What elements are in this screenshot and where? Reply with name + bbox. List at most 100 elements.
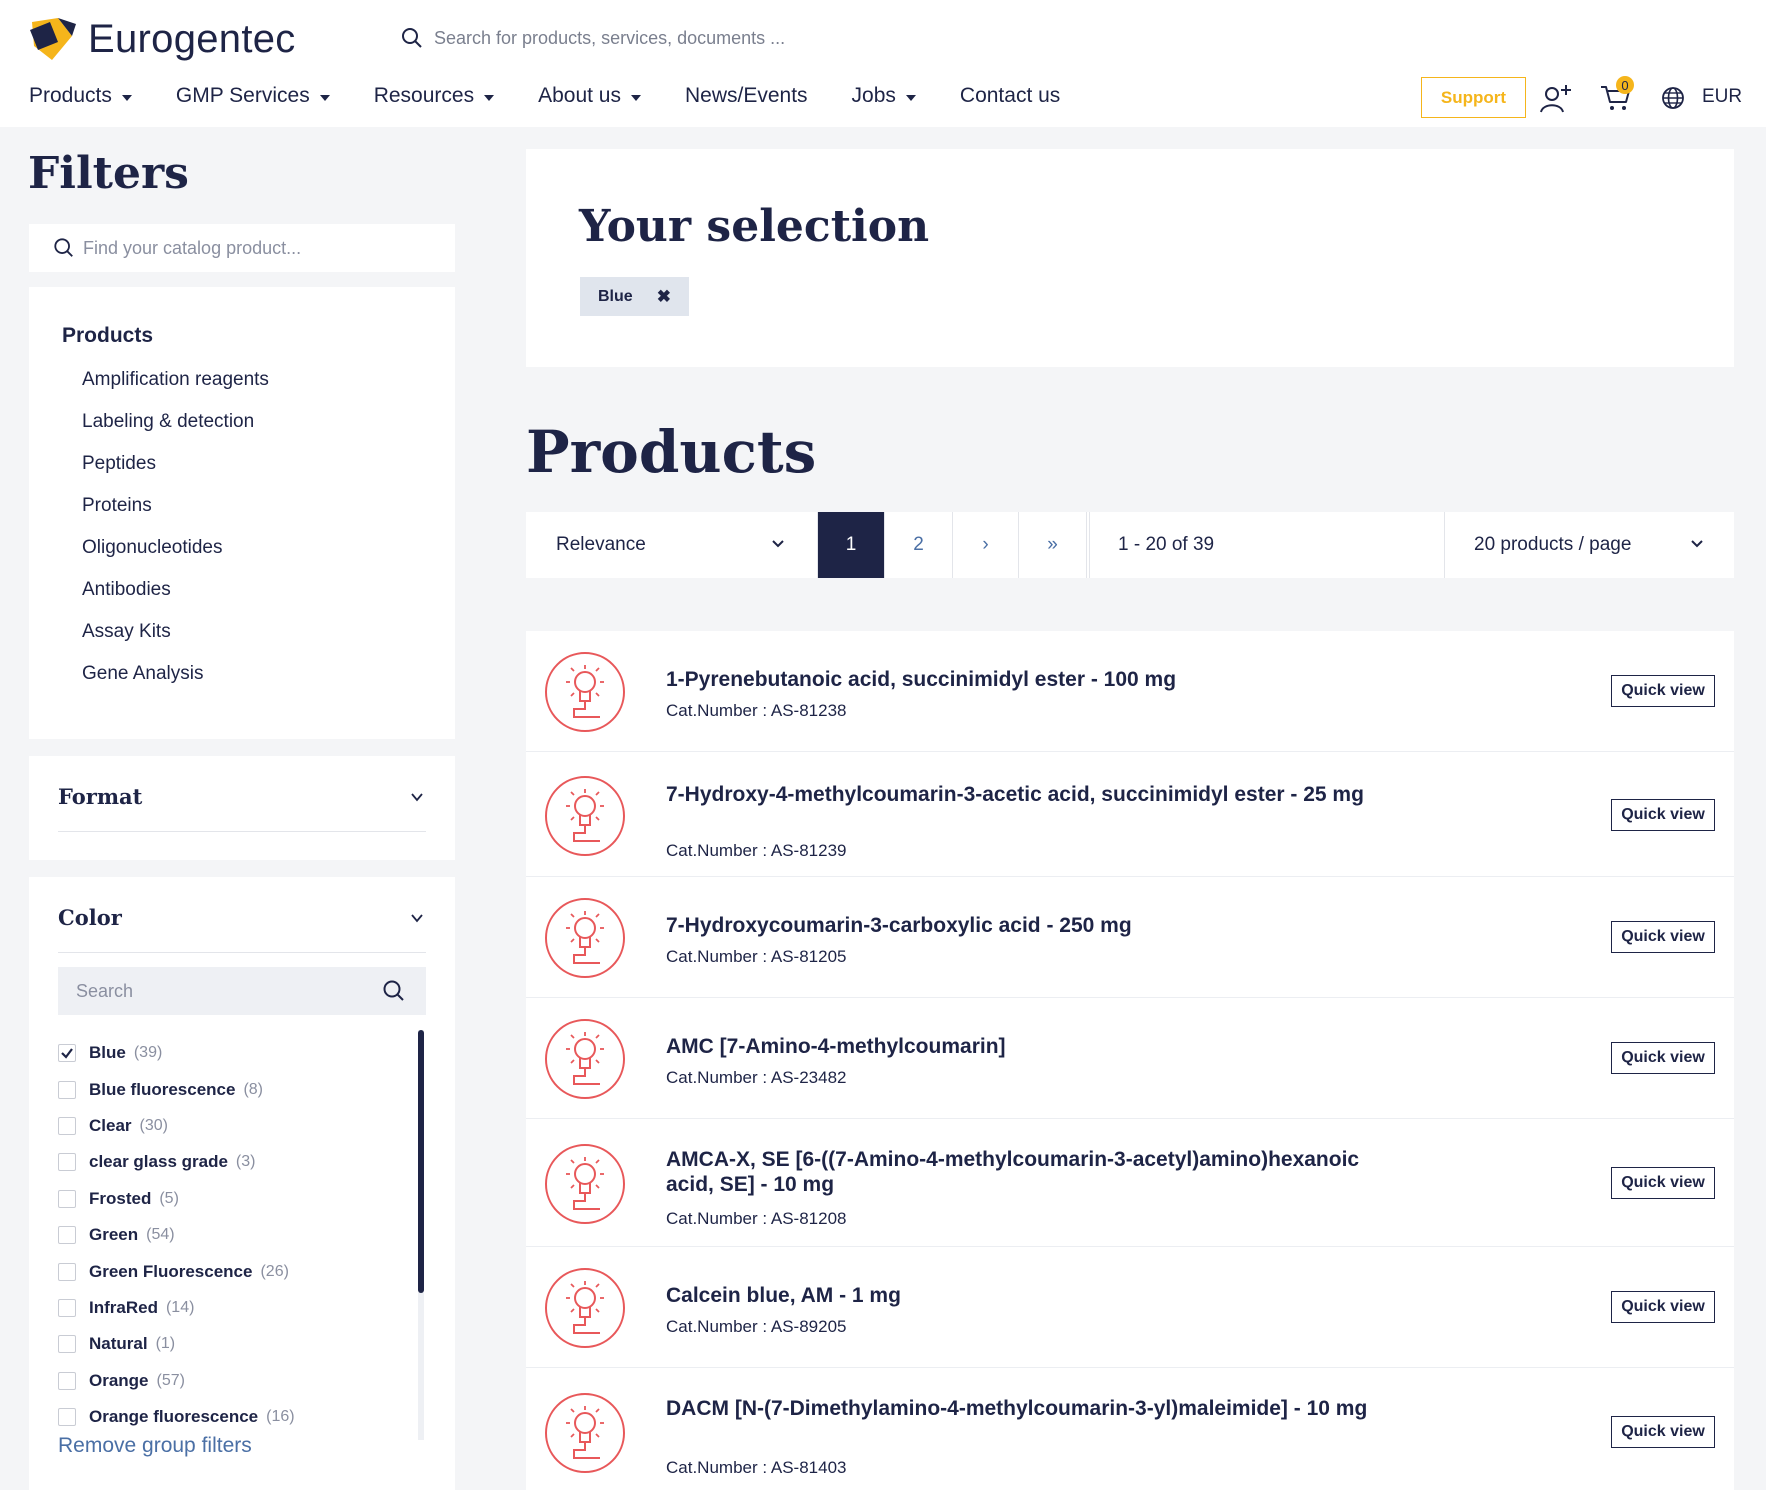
globe-icon[interactable] (1661, 86, 1685, 110)
checkbox[interactable] (58, 1371, 76, 1390)
checkbox[interactable] (58, 1116, 76, 1135)
quick-view-button[interactable]: Quick view (1611, 1416, 1715, 1448)
product-category-icon (545, 1019, 625, 1099)
nav-products[interactable]: Products (29, 84, 132, 108)
chevron-down-icon (411, 793, 423, 802)
color-option[interactable]: Blue (39) (58, 1035, 295, 1071)
catalog-search-input[interactable] (83, 237, 423, 259)
category-item[interactable]: Oligonucleotides (82, 537, 269, 579)
currency-selector[interactable]: EUR (1702, 86, 1742, 108)
quick-view-button[interactable]: Quick view (1611, 1291, 1715, 1323)
category-item[interactable]: Peptides (82, 453, 269, 495)
category-item[interactable]: Assay Kits (82, 621, 269, 663)
add-user-icon[interactable] (1539, 82, 1573, 114)
cart-count-badge: 0 (1616, 76, 1634, 94)
format-filter-toggle[interactable]: Format (58, 784, 426, 832)
format-filter-panel: Format (29, 756, 455, 860)
product-cat-number: Cat.Number : AS-81403 (666, 1458, 847, 1477)
next-page-button[interactable]: › (952, 512, 1018, 578)
quick-view-button[interactable]: Quick view (1611, 1167, 1715, 1199)
product-row: DACM [N-(7-Dimethylamino-4-methylcoumari… (526, 1368, 1734, 1490)
checkbox[interactable] (58, 1298, 76, 1317)
color-option[interactable]: clear glass grade (3) (58, 1144, 295, 1180)
nav-about-us[interactable]: About us (538, 84, 641, 108)
quick-view-button[interactable]: Quick view (1611, 799, 1715, 831)
color-option-count: (16) (266, 1408, 295, 1426)
nav-news-events[interactable]: News/Events (685, 84, 808, 108)
color-option[interactable]: Green (54) (58, 1217, 295, 1253)
color-option-label: Orange fluorescence (89, 1407, 259, 1427)
quick-view-button[interactable]: Quick view (1611, 1042, 1715, 1074)
checkbox[interactable] (58, 1226, 76, 1245)
color-option-label: Green (89, 1225, 139, 1245)
search-icon[interactable] (382, 979, 406, 1003)
nav-gmp-services[interactable]: GMP Services (176, 84, 330, 108)
category-item[interactable]: Amplification reagents (82, 369, 269, 411)
color-search-input[interactable] (76, 980, 366, 1002)
color-option-list: Blue (39) Blue fluorescence (8) Clear (30) cle… (58, 1035, 295, 1435)
color-option-count: (30) (139, 1116, 168, 1134)
category-item[interactable]: Gene Analysis (82, 663, 269, 705)
main-nav: Products GMP Services Resources About us… (29, 84, 1104, 108)
color-option[interactable]: Clear (30) (58, 1108, 295, 1144)
color-option[interactable]: Green Fluorescence (26) (58, 1253, 295, 1289)
sort-select[interactable]: Relevance (526, 512, 817, 578)
checkbox[interactable] (58, 1044, 76, 1063)
product-title-link[interactable]: 7-Hydroxy-4-methylcoumarin-3-acetic acid… (666, 782, 1406, 807)
color-option-count: (5) (159, 1189, 179, 1207)
nav-jobs[interactable]: Jobs (852, 84, 916, 108)
color-option[interactable]: Natural (1) (58, 1326, 295, 1362)
products-filter-panel: Products Amplification reagents Labeling… (29, 287, 455, 739)
close-icon[interactable]: ✖ (657, 287, 671, 307)
page-1-button[interactable]: 1 (817, 512, 884, 578)
color-search[interactable] (58, 967, 426, 1015)
product-title-link[interactable]: AMC [7-Amino-4-methylcoumarin] (666, 1034, 1406, 1059)
color-option[interactable]: InfraRed (14) (58, 1290, 295, 1326)
product-cat-number: Cat.Number : AS-81239 (666, 841, 847, 860)
site-search[interactable] (400, 26, 954, 50)
checkbox[interactable] (58, 1262, 76, 1281)
product-title-link[interactable]: 1-Pyrenebutanoic acid, succinimidyl este… (666, 667, 1406, 692)
product-cat-number: Cat.Number : AS-81205 (666, 947, 847, 966)
caret-down-icon (121, 94, 132, 101)
selected-filter-chip[interactable]: Blue ✖ (580, 277, 689, 316)
remove-group-filters-link[interactable]: Remove group filters (58, 1434, 252, 1458)
product-cat-number: Cat.Number : AS-81208 (666, 1209, 847, 1228)
product-title-link[interactable]: Calcein blue, AM - 1 mg (666, 1283, 1406, 1308)
color-option-count: (57) (156, 1371, 185, 1389)
page-2-button[interactable]: 2 (884, 512, 952, 578)
quick-view-button[interactable]: Quick view (1611, 675, 1715, 707)
category-item[interactable]: Proteins (82, 495, 269, 537)
color-option-count: (3) (235, 1153, 256, 1171)
category-list: Amplification reagents Labeling & detect… (82, 369, 269, 705)
product-title-link[interactable]: AMCA-X, SE [6-((7-Amino-4-methylcoumarin… (666, 1147, 1406, 1197)
color-option[interactable]: Frosted (5) (58, 1181, 295, 1217)
quick-view-button[interactable]: Quick view (1611, 921, 1715, 953)
product-title-link[interactable]: DACM [N-(7-Dimethylamino-4-methylcoumari… (666, 1396, 1406, 1421)
category-item[interactable]: Labeling & detection (82, 411, 269, 453)
catalog-search[interactable] (29, 224, 455, 272)
product-cat-number: Cat.Number : AS-89205 (666, 1317, 847, 1336)
product-title-link[interactable]: 7-Hydroxycoumarin-3-carboxylic acid - 25… (666, 913, 1406, 938)
color-option[interactable]: Orange fluorescence (16) (58, 1399, 295, 1435)
scrollbar-thumb[interactable] (418, 1030, 424, 1293)
checkbox[interactable] (58, 1153, 76, 1172)
logo-text: Eurogentec (88, 16, 296, 61)
color-option[interactable]: Orange (57) (58, 1363, 295, 1399)
checkbox[interactable] (58, 1335, 76, 1354)
nav-resources[interactable]: Resources (374, 84, 495, 108)
nav-label: News/Events (685, 84, 808, 107)
color-option[interactable]: Blue fluorescence (8) (58, 1071, 295, 1107)
checkbox[interactable] (58, 1189, 76, 1208)
category-item[interactable]: Antibodies (82, 579, 269, 621)
site-search-input[interactable] (434, 27, 954, 49)
color-filter-toggle[interactable]: Color (58, 905, 426, 953)
per-page-select[interactable]: 20 products / page (1444, 512, 1734, 578)
checkbox[interactable] (58, 1408, 76, 1427)
logo[interactable]: Eurogentec (28, 16, 296, 62)
nav-contact-us[interactable]: Contact us (960, 84, 1060, 108)
product-row: Calcein blue, AM - 1 mg Cat.Number : AS-8… (526, 1247, 1734, 1368)
checkbox[interactable] (58, 1080, 76, 1099)
last-page-button[interactable]: » (1018, 512, 1086, 578)
support-button[interactable]: Support (1421, 77, 1526, 118)
